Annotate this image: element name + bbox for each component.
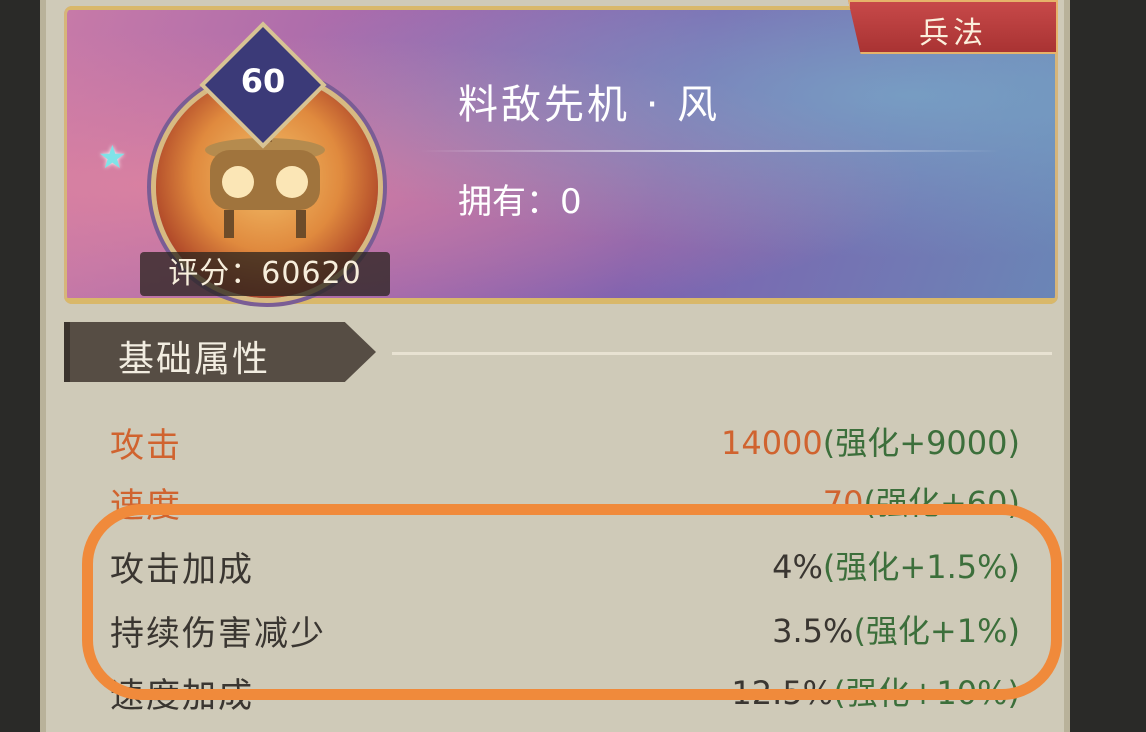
category-tag: 兵法 bbox=[848, 0, 1058, 54]
item-title: 料敌先机 · 风 bbox=[458, 82, 721, 128]
stat-bonus: (强化+9000) bbox=[822, 424, 1020, 462]
banner-bottom-border bbox=[64, 298, 1058, 304]
stat-value-group: 14000(强化+9000) bbox=[721, 418, 1020, 464]
star-icon: ★ bbox=[98, 138, 127, 176]
owned-count: 拥有：0 bbox=[458, 182, 582, 222]
section-title: 基础属性 bbox=[118, 339, 271, 380]
stat-value: 14000 bbox=[720, 424, 823, 462]
highlight-annotation bbox=[82, 504, 1062, 700]
stat-row-attack: 攻击 14000(强化+9000) bbox=[110, 418, 1020, 478]
score-label: 评分：60620 bbox=[140, 252, 390, 296]
category-tag-label: 兵法 bbox=[919, 16, 987, 51]
stat-label: 攻击 bbox=[110, 426, 182, 466]
level-value: 60 bbox=[240, 62, 286, 100]
section-divider bbox=[392, 352, 1052, 355]
title-divider bbox=[420, 150, 1000, 152]
